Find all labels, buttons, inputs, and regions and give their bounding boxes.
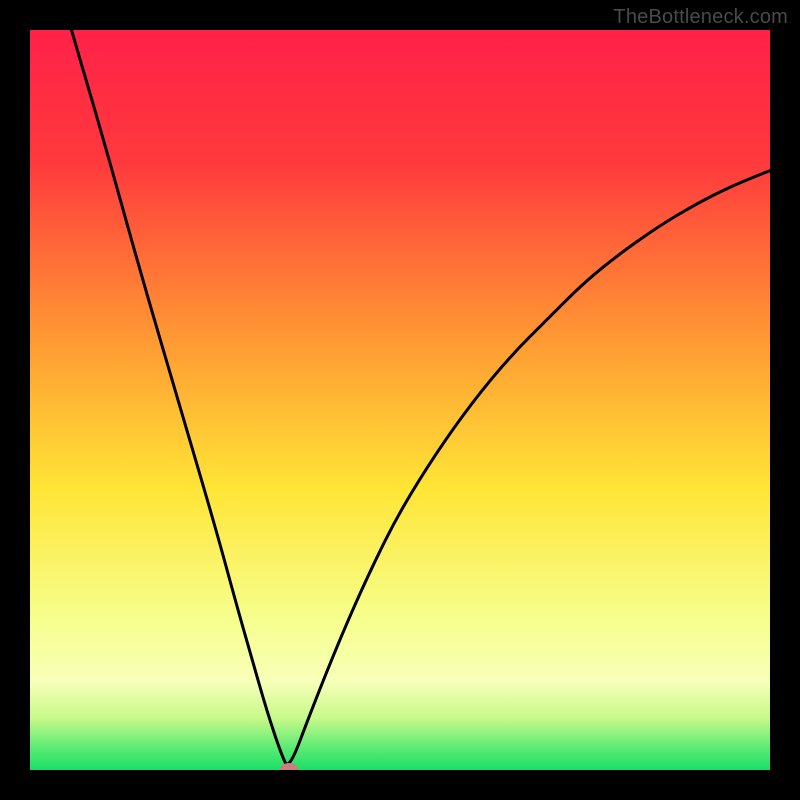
plot-area — [30, 30, 770, 770]
watermark-text: TheBottleneck.com — [613, 6, 788, 29]
chart-frame: TheBottleneck.com — [0, 0, 800, 800]
optimal-point-marker — [280, 763, 298, 770]
bottleneck-curve — [30, 30, 770, 770]
